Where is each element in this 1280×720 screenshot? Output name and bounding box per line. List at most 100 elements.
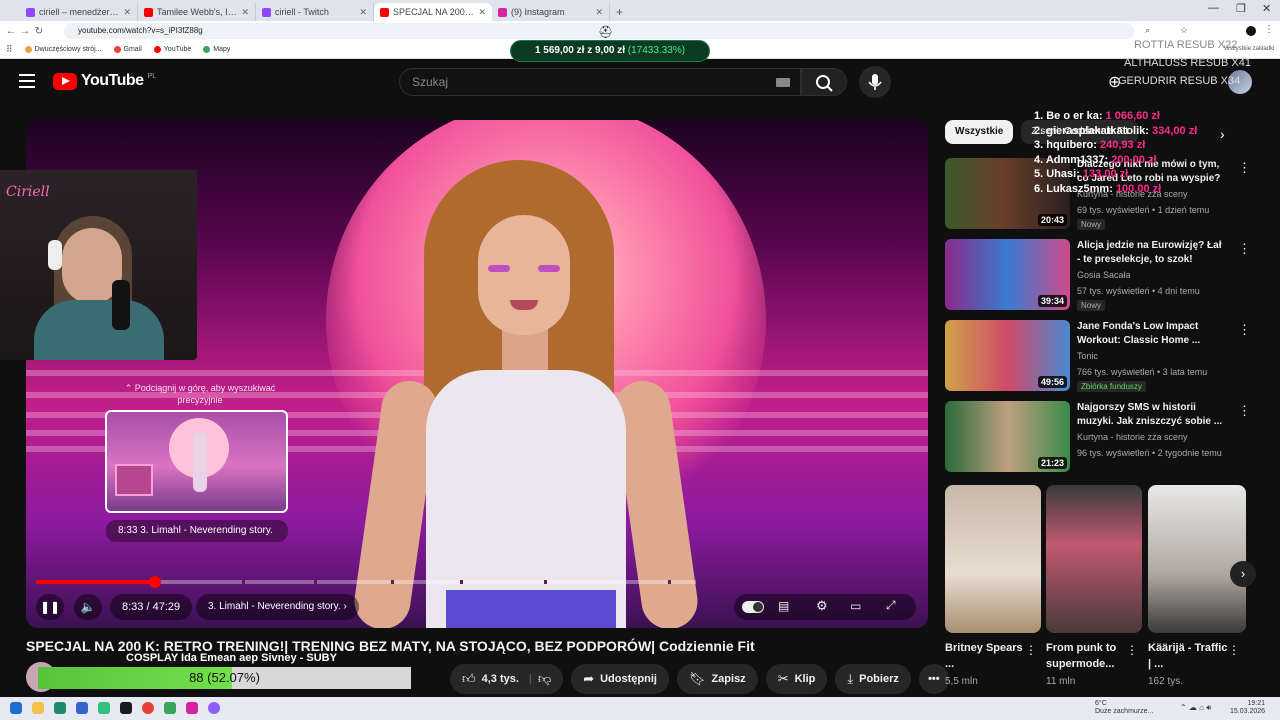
short-thumbnail[interactable] bbox=[1148, 485, 1246, 633]
close-icon[interactable]: ✕ bbox=[595, 7, 603, 18]
chapter-button[interactable]: 3. Limahl - Neverending story. › bbox=[196, 594, 359, 620]
short-thumbnail[interactable] bbox=[1046, 485, 1142, 633]
more-vertical-icon[interactable]: ⋮ bbox=[1238, 241, 1251, 257]
zoom-icon[interactable]: ⌕ bbox=[1145, 25, 1150, 36]
presenter-eye bbox=[538, 265, 560, 272]
reload-icon[interactable]: ↻ bbox=[32, 26, 46, 37]
more-vertical-icon[interactable]: ⋮ bbox=[1126, 643, 1138, 657]
browser-tab[interactable]: Tamilee Webb's, I Want tha✕ bbox=[138, 3, 256, 21]
channel-name[interactable]: Gosia Sacała bbox=[1077, 270, 1131, 280]
profile-icon[interactable] bbox=[1246, 26, 1256, 36]
clock-date: 15.03.2026 bbox=[1230, 708, 1266, 715]
menu-icon[interactable] bbox=[19, 74, 35, 88]
browser-tab[interactable]: ciriell – menedżer klipów – Twitch ✕ bbox=[20, 3, 138, 21]
short-title[interactable]: From punk to supermode... bbox=[1046, 640, 1126, 672]
like-button[interactable]: 👍︎ 4,3 tys. | 👎︎ bbox=[450, 664, 564, 694]
more-vertical-icon[interactable]: ⋮ bbox=[1228, 643, 1240, 657]
short-thumbnail[interactable] bbox=[945, 485, 1041, 633]
maximize-icon[interactable]: ❐ bbox=[1236, 2, 1246, 15]
bookmark-item[interactable]: YouTube bbox=[153, 46, 191, 53]
app-icon[interactable] bbox=[186, 702, 198, 714]
clock[interactable]: 19:21 15.03.2026 bbox=[1230, 700, 1265, 716]
recommendation-title[interactable]: Najgorszy SMS w historii muzyki. Jak zni… bbox=[1077, 401, 1227, 429]
search-input[interactable]: Szukaj bbox=[399, 68, 801, 96]
save-button[interactable]: 🔖︎ Zapisz bbox=[676, 664, 758, 694]
youtube-logo[interactable]: YouTube PL bbox=[53, 72, 156, 90]
app-icon[interactable] bbox=[54, 702, 66, 714]
clip-button[interactable]: ✂ Klip bbox=[765, 664, 828, 694]
autoplay-toggle[interactable] bbox=[742, 601, 764, 613]
settings-gear-icon[interactable]: ⚙ bbox=[816, 598, 828, 614]
url-text: youtube.com/watch?v=s_iPI3fZ88g bbox=[78, 26, 203, 35]
more-vertical-icon[interactable]: ⋮ bbox=[1238, 322, 1251, 338]
close-icon[interactable]: ✕ bbox=[241, 7, 249, 18]
close-icon[interactable]: ✕ bbox=[478, 7, 486, 18]
recommendation-item[interactable]: 21:23 Najgorszy SMS w historii muzyki. J… bbox=[945, 401, 1265, 473]
minimize-icon[interactable]: — bbox=[1208, 2, 1219, 14]
bookmark-item[interactable]: Gmail bbox=[113, 46, 142, 53]
recommendation-title[interactable]: Jane Fonda's Low Impact Workout: Classic… bbox=[1077, 320, 1227, 348]
twitch-favicon-icon bbox=[26, 7, 35, 17]
thumbs-down-icon[interactable]: 👎︎ bbox=[538, 671, 551, 687]
subtitles-icon[interactable]: ▤ bbox=[778, 599, 789, 613]
close-icon[interactable]: ✕ bbox=[359, 7, 367, 18]
keyboard-icon[interactable] bbox=[776, 78, 790, 87]
more-vertical-icon[interactable]: ⋮ bbox=[1238, 160, 1251, 176]
steam-icon[interactable] bbox=[120, 702, 132, 714]
pause-button[interactable]: ❚❚ bbox=[36, 594, 64, 620]
progress-bar[interactable] bbox=[36, 576, 696, 588]
spotify-icon[interactable] bbox=[98, 702, 110, 714]
video-thumbnail[interactable]: 39:34 bbox=[945, 239, 1070, 310]
chapter-marker bbox=[460, 580, 463, 584]
short-title[interactable]: Käärijä - Traffic | ... bbox=[1148, 640, 1228, 672]
recommendation-title[interactable]: Alicja jedzie na Eurowizję? Łał - te pre… bbox=[1077, 239, 1227, 267]
file-explorer-icon[interactable] bbox=[32, 702, 44, 714]
share-button[interactable]: ➦ Udostępnij bbox=[571, 664, 669, 694]
forward-icon[interactable]: → bbox=[18, 26, 32, 37]
bookmark-item[interactable]: Mapy bbox=[203, 46, 230, 53]
app-icon[interactable] bbox=[208, 702, 220, 714]
new-tab-button[interactable]: + bbox=[616, 3, 623, 21]
search-button[interactable] bbox=[801, 68, 847, 96]
apps-icon[interactable]: ⠿ bbox=[6, 44, 13, 55]
close-icon[interactable]: ✕ bbox=[123, 7, 131, 18]
window-close-icon[interactable]: ✕ bbox=[1262, 2, 1271, 15]
chip-all[interactable]: Wszystkie bbox=[945, 120, 1014, 144]
browser-tab[interactable]: ciriell - Twitch ✕ bbox=[256, 3, 374, 21]
video-thumbnail[interactable]: 21:23 bbox=[945, 401, 1070, 472]
bookmark-item[interactable]: Dwuczęściowy strój... bbox=[24, 46, 102, 53]
recommendation-item[interactable]: 49:56 Jane Fonda's Low Impact Workout: C… bbox=[945, 320, 1265, 392]
donor-row: 6. Lukasz5mm: 100,00 zł bbox=[1034, 182, 1197, 197]
volume-button[interactable]: 🔈 bbox=[74, 594, 102, 620]
windows-start-icon[interactable] bbox=[10, 702, 22, 714]
voice-search-button[interactable] bbox=[859, 66, 891, 98]
short-title[interactable]: Britney Spears ... bbox=[945, 640, 1025, 672]
star-icon[interactable]: ☆ bbox=[1180, 25, 1188, 36]
browser-tab[interactable]: (9) Instagram ✕ bbox=[492, 3, 610, 21]
fullscreen-icon[interactable]: ⤢ bbox=[886, 598, 896, 613]
resub-entry: ROTTIA RESUB X22 bbox=[1134, 39, 1238, 51]
more-vertical-icon[interactable]: ⋮ bbox=[1025, 643, 1037, 657]
donor-name: 4. Admm1337: bbox=[1034, 153, 1109, 166]
system-tray-icons[interactable]: ⌃ ☁ ⌂ 🔊︎ bbox=[1180, 703, 1211, 713]
more-vertical-icon[interactable]: ⋮ bbox=[1238, 403, 1251, 419]
app-icon[interactable] bbox=[76, 702, 88, 714]
weather-widget[interactable]: 6°C Duże zachmurze... bbox=[1095, 700, 1153, 716]
channel-name[interactable]: Kurtyna - historie zza sceny bbox=[1077, 432, 1188, 442]
channel-name[interactable]: Tonic bbox=[1077, 351, 1098, 361]
browser-tab-active[interactable]: SPECJAL NA 200 K: RETRO ✕ bbox=[374, 3, 492, 21]
donor-row: 1. Be o er ka: 1 066,60 zł bbox=[1034, 109, 1197, 124]
video-thumbnail[interactable]: 49:56 bbox=[945, 320, 1070, 391]
recommendation-item[interactable]: 39:34 Alicja jedzie na Eurowizję? Łał - … bbox=[945, 239, 1265, 311]
chrome-icon[interactable] bbox=[142, 702, 154, 714]
app-icon[interactable] bbox=[164, 702, 176, 714]
download-button[interactable]: ⤓ Pobierz bbox=[835, 664, 911, 694]
back-icon[interactable]: ← bbox=[4, 26, 18, 37]
chevron-right-icon[interactable]: › bbox=[1220, 126, 1225, 142]
scrubber-handle[interactable] bbox=[149, 576, 161, 588]
theater-mode-icon[interactable]: ▭ bbox=[850, 599, 861, 613]
short-views: 162 tys. bbox=[1148, 676, 1184, 687]
microphone-icon bbox=[868, 74, 882, 90]
menu-dots-icon[interactable]: ⋮ bbox=[1264, 24, 1274, 35]
chevron-right-icon[interactable]: › bbox=[1230, 561, 1256, 587]
